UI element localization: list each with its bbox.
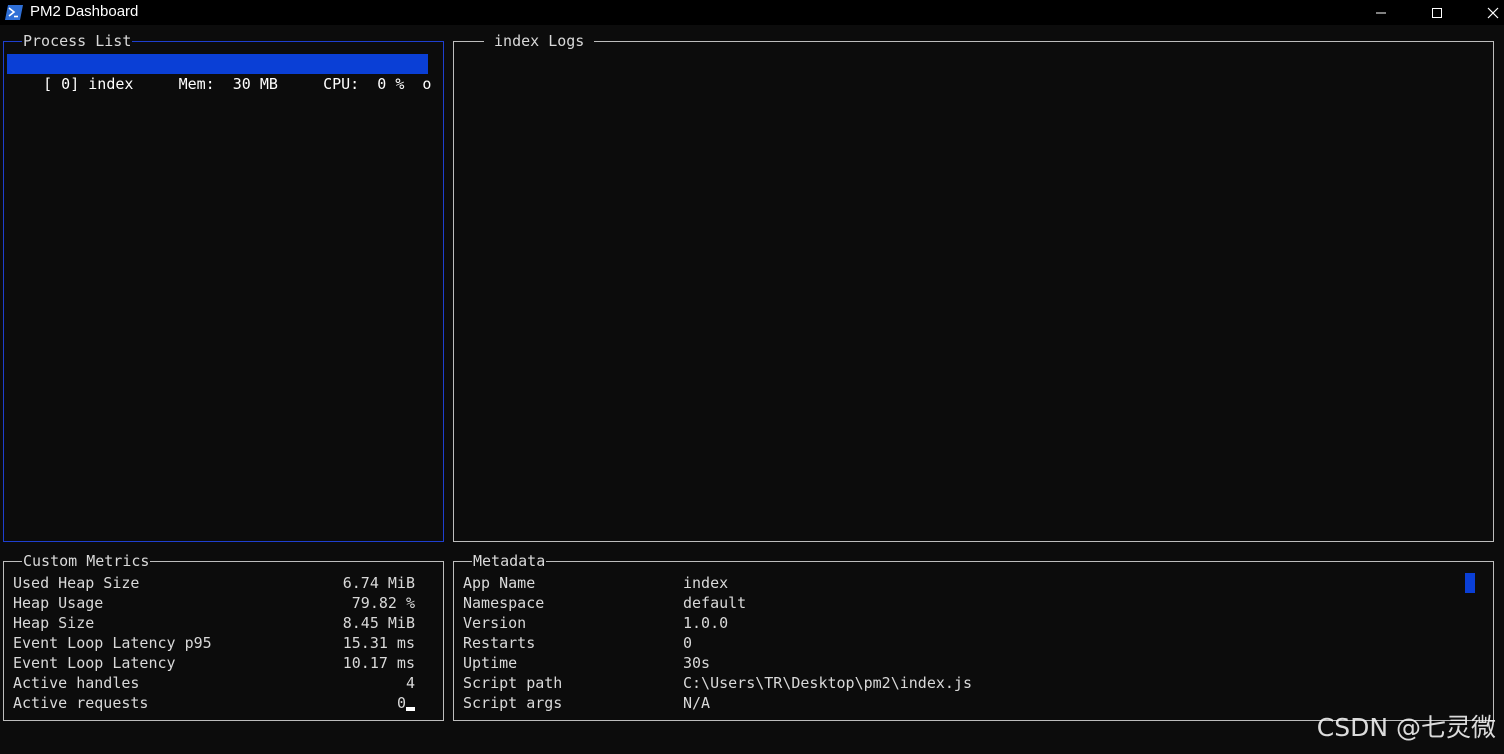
metadata-label: Script path [463, 674, 563, 692]
metric-label: Active requests [13, 694, 149, 712]
metric-value-with-cursor: 0 [397, 693, 415, 713]
metric-row: Event Loop Latency 10.17 ms [13, 653, 415, 673]
metadata-value: 1.0.0 [683, 614, 729, 632]
process-list-title: Process List [22, 31, 133, 51]
metric-label: Used Heap Size [13, 574, 140, 592]
metric-row: Event Loop Latency p95 15.31 ms [13, 633, 415, 653]
metric-row: Active handles 4 [13, 673, 415, 693]
metadata-value: default [683, 594, 747, 612]
metric-row: Heap Size 8.45 MiB [13, 613, 415, 633]
metadata-value: N/A [683, 694, 711, 712]
custom-metrics-panel[interactable]: Custom Metrics Used Heap Size 6.74 MiB H… [3, 551, 444, 721]
process-row-selected[interactable]: [ 0] index Mem: 30 MB CPU: 0 % o [7, 54, 431, 93]
metric-row: Used Heap Size 6.74 MiB [13, 573, 415, 593]
metadata-label: Script args [463, 694, 563, 712]
metric-label: Active handles [13, 674, 140, 692]
text-cursor [406, 707, 415, 711]
close-icon [1487, 7, 1499, 18]
custom-metrics-title: Custom Metrics [22, 551, 151, 571]
metric-label: Heap Usage [13, 594, 104, 612]
metadata-label: Restarts [463, 634, 536, 652]
metric-value: 4 [405, 674, 415, 692]
logs-panel[interactable]: index Logs [453, 31, 1494, 542]
metric-value: 6.74 MiB [342, 574, 415, 592]
metadata-value: 30s [683, 654, 711, 672]
minimize-icon [1376, 12, 1386, 13]
process-row-text: [ 0] index Mem: 30 MB CPU: 0 % o [43, 75, 432, 93]
watermark: CSDN @七灵微 [1316, 713, 1496, 742]
metadata-value: C:\Users\TR\Desktop\pm2\index.js [683, 674, 972, 692]
metric-value: 79.82 % [351, 594, 415, 612]
metric-label: Event Loop Latency [13, 654, 176, 672]
metadata-title: Metadata [472, 551, 547, 571]
minimize-button[interactable] [1358, 0, 1404, 25]
powershell-icon [5, 5, 23, 20]
metadata-label: App Name [463, 574, 536, 592]
metric-value: 10.17 ms [342, 654, 415, 672]
metadata-value: 0 [683, 634, 693, 652]
close-button[interactable] [1470, 0, 1504, 25]
metric-label: Heap Size [13, 614, 95, 632]
maximize-button[interactable] [1414, 0, 1460, 25]
metric-row: Heap Usage 79.82 % [13, 593, 415, 613]
metric-value: 0 [396, 694, 406, 712]
metadata-value: index [683, 574, 729, 592]
metric-value: 15.31 ms [342, 634, 415, 652]
metadata-scrollbar[interactable] [1465, 573, 1475, 593]
maximize-icon [1432, 7, 1442, 18]
metric-label: Event Loop Latency p95 [13, 634, 212, 652]
metadata-label: Uptime [463, 654, 518, 672]
metric-value: 8.45 MiB [342, 614, 415, 632]
process-list-panel[interactable]: Process List [ 0] index Mem: 30 MB CPU: … [3, 31, 444, 542]
metadata-label: Namespace [463, 594, 545, 612]
logs-title: index Logs [484, 31, 595, 51]
metadata-label: Version [463, 614, 527, 632]
window-title: PM2 Dashboard [30, 3, 139, 20]
metric-row: Active requests 0 [13, 693, 415, 713]
title-bar: PM2 Dashboard [0, 0, 1504, 25]
metadata-panel[interactable]: Metadata App Name index Namespace defaul… [453, 551, 1494, 721]
